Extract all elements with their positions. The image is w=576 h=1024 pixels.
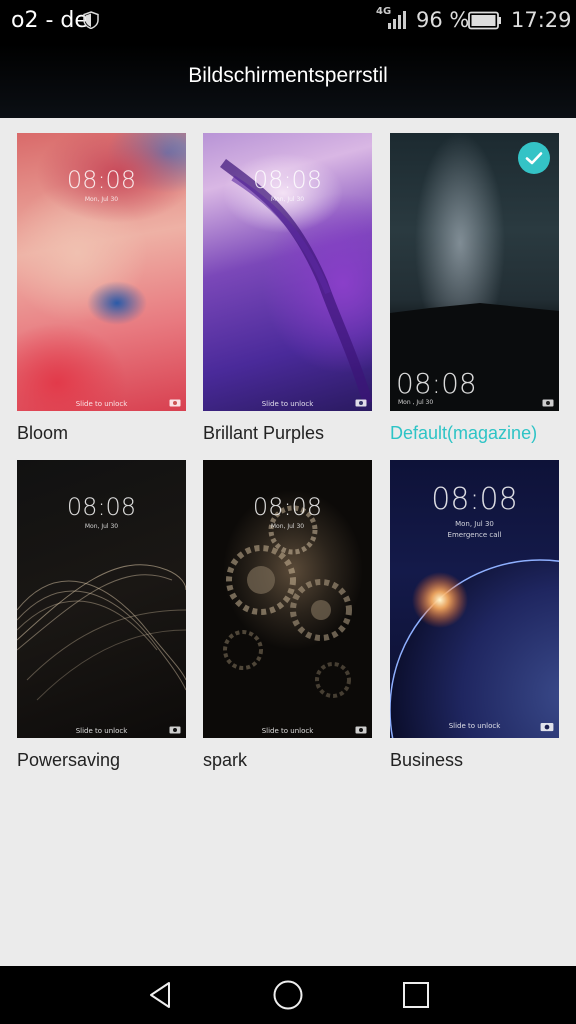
preview-time: 08:08 <box>396 367 477 400</box>
signal-icon <box>388 11 406 29</box>
camera-icon <box>355 726 367 734</box>
camera-icon <box>169 399 181 407</box>
style-name: Bloom <box>17 423 69 443</box>
preview-unlock-hint: Slide to unlock <box>261 400 314 408</box>
style-thumbnail[interactable]: 08:08 Mon, Jul 30 Slide to unlock <box>203 460 372 738</box>
camera-icon <box>169 726 181 734</box>
preview-time: 08:08 <box>252 493 323 521</box>
recents-icon[interactable] <box>399 978 433 1012</box>
camera-icon <box>540 723 554 732</box>
emergency-call-label: Emergence call <box>447 531 502 539</box>
carrier-label: o2 - de <box>11 8 88 33</box>
battery-icon <box>468 11 501 30</box>
preview-time: 08:08 <box>66 493 137 521</box>
style-name: Brillant Purples <box>203 423 325 443</box>
style-thumbnail[interactable]: 08:08 Mon, Jul 30 Emergence call Slide t… <box>390 460 559 738</box>
preview-date: Mon, Jul 30 <box>84 196 119 203</box>
battery-percent: 96 % <box>416 8 470 32</box>
preview-unlock-hint: Slide to unlock <box>75 400 128 408</box>
preview-date: Mon, Jul 30 <box>270 196 305 203</box>
preview-date: Mon, Jul 30 <box>84 523 119 530</box>
style-thumbnail[interactable]: 08:08 Mon, Jul 30 Slide to unlock <box>17 460 186 738</box>
preview-date: Mon , Jul 30 <box>398 399 434 406</box>
status-bar: o2 - de 4G 96 % 17:29 <box>0 0 576 44</box>
preview-time: 08:08 <box>252 166 323 194</box>
page-title: Bildschirmentsperrstil <box>188 64 388 87</box>
clock: 17:29 <box>511 8 572 32</box>
shield-icon <box>83 11 99 29</box>
preview-time: 08:08 <box>431 482 518 517</box>
camera-icon <box>355 399 367 407</box>
style-thumbnail[interactable]: 08:08 Mon, Jul 30 Slide to unlock <box>203 133 372 411</box>
preview-unlock-hint: Slide to unlock <box>75 727 128 735</box>
style-thumbnail[interactable]: 08:08 Mon, Jul 30 Slide to unlock <box>17 133 186 411</box>
style-name: Default(magazine) <box>390 423 538 443</box>
home-icon[interactable] <box>271 978 305 1012</box>
preview-unlock-hint: Slide to unlock <box>261 727 314 735</box>
title-bar: Bildschirmentsperrstil <box>0 44 576 118</box>
navigation-bar <box>0 966 576 1024</box>
preview-date: Mon, Jul 30 <box>455 520 494 528</box>
selected-check-icon <box>518 142 550 174</box>
preview-unlock-hint: Slide to unlock <box>448 722 501 730</box>
style-thumbnail[interactable]: 08:08 Mon , Jul 30 <box>390 133 559 411</box>
style-name: Business <box>390 750 464 770</box>
style-name: Powersaving <box>17 750 121 770</box>
style-name: spark <box>203 750 248 770</box>
back-icon[interactable] <box>143 978 177 1012</box>
preview-time: 08:08 <box>66 166 137 194</box>
camera-icon <box>542 399 554 407</box>
preview-date: Mon, Jul 30 <box>270 523 305 530</box>
